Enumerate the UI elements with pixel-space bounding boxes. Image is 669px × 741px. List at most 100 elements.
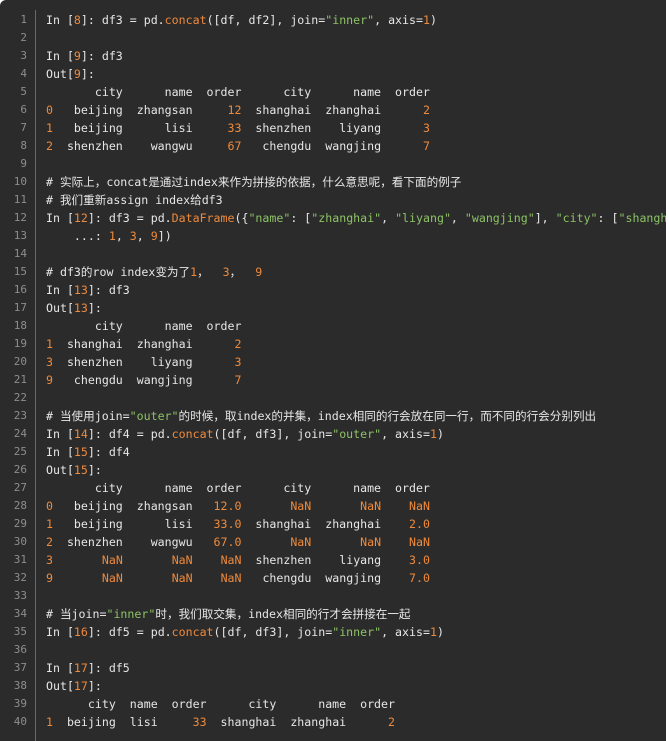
code-line: 36 <box>0 641 666 659</box>
line-number: 24 <box>13 427 27 440</box>
code-token: ([df, df3], join= <box>213 427 333 441</box>
line-number: 15 <box>13 265 27 278</box>
number-token: 1 <box>46 517 53 531</box>
code-line: 34 # 当join="inner"时，我们取交集，index相同的行才会拼接在一… <box>0 605 666 623</box>
line-number: 39 <box>13 697 27 710</box>
code-text: 1 beijing lisi 33 shanghai zhanghai 2 <box>46 713 395 731</box>
number-token: 3 <box>129 229 137 243</box>
number-token: 3 <box>422 121 430 135</box>
number-token: 33.0 <box>213 517 242 531</box>
line-number: 13 <box>13 229 27 242</box>
number-token: 12 <box>227 103 242 117</box>
number-token: NaN <box>409 535 430 549</box>
function-token: concat <box>171 427 214 441</box>
number-token: NaN <box>101 553 123 567</box>
number-token: 2 <box>46 139 53 153</box>
code-text: ...: 1, 3, 9]) <box>46 227 172 245</box>
number-token: 15 <box>73 445 88 459</box>
line-number: 31 <box>13 553 27 566</box>
line-number: 2 <box>20 31 27 44</box>
code-text: Out[15]: <box>46 461 102 479</box>
code-text: # 我们重新assign index给df3 <box>46 191 223 209</box>
comment-token: # 当使用join= <box>46 409 130 423</box>
code-line: 31 3 NaN NaN NaN shenzhen liyang 3.0 <box>0 551 666 569</box>
code-lines: 1 In [8]: df3 = pd.concat([df, df2], join… <box>0 11 666 731</box>
code-token: ]: df4 <box>87 445 130 459</box>
code-token: , axis= <box>374 13 423 27</box>
function-token: concat <box>171 625 214 639</box>
comment-token: # df3的row index变为了 <box>46 265 191 279</box>
code-line: 39 city name order city name order <box>0 695 666 713</box>
number-token: 3.0 <box>409 553 430 567</box>
code-line: 33 <box>0 587 666 605</box>
code-token: , axis= <box>381 427 430 441</box>
string-token: "name" <box>248 211 291 225</box>
code-text: city name order city name order <box>46 83 430 101</box>
code-token: ) <box>436 625 444 639</box>
code-token: In [ <box>46 427 74 441</box>
line-number: 33 <box>13 589 27 602</box>
number-token: 9 <box>73 49 81 63</box>
code-token: shanghai zhanghai <box>52 337 235 351</box>
comment-token: ， <box>197 265 223 279</box>
string-token: "zhanghai" <box>311 211 382 225</box>
number-token: 1 <box>429 427 437 441</box>
code-token: ]: <box>87 463 102 477</box>
code-text: 2 shenzhen wangwu 67 chengdu wangjing 7 <box>46 137 430 155</box>
code-token: , <box>450 211 465 225</box>
number-token: 2 <box>234 337 242 351</box>
number-token: 9 <box>255 265 263 279</box>
code-text: Out[9]: <box>46 65 95 83</box>
code-token: ({ <box>234 211 249 225</box>
line-number: 28 <box>13 499 27 512</box>
code-line: 40 1 beijing lisi 33 shanghai zhanghai 2 <box>0 713 666 731</box>
number-token: 16 <box>73 625 88 639</box>
code-text: # 当使用join="outer"的时候，取index的并集，index相同的行… <box>46 407 596 425</box>
number-token: 13 <box>73 283 88 297</box>
code-token: In [ <box>46 13 74 27</box>
code-line: 8 2 shenzhen wangwu 67 chengdu wangjing 7 <box>0 137 666 155</box>
code-token: ]: <box>87 679 102 693</box>
code-text: 2 shenzhen wangwu 67.0 NaN NaN NaN <box>46 533 430 551</box>
code-token: ]: df3 <box>87 283 130 297</box>
code-token: shanghai zhanghai <box>241 517 409 531</box>
code-line: 11 # 我们重新assign index给df3 <box>0 191 666 209</box>
code-line: 14 <box>0 245 666 263</box>
code-line: 4 Out[9]: <box>0 65 666 83</box>
function-token: DataFrame <box>171 211 235 225</box>
number-token: 14 <box>73 427 88 441</box>
code-text: In [17]: df5 <box>46 659 130 677</box>
code-line: 10 # 实际上，concat是通过index来作为拼接的依据，什么意思呢，看下面… <box>0 173 666 191</box>
line-number: 30 <box>13 535 27 548</box>
line-number: 11 <box>13 193 27 206</box>
number-token: 7 <box>234 373 242 387</box>
code-token: ) <box>436 427 444 441</box>
number-token: NaN <box>101 571 123 585</box>
code-line: 2 <box>0 29 666 47</box>
code-text: In [8]: df3 = pd.concat([df, df2], join=… <box>46 11 437 29</box>
code-token: ) <box>429 13 437 27</box>
number-token: 3 <box>222 265 230 279</box>
code-token: shenzhen wangwu <box>52 535 214 549</box>
code-text: 0 beijing zhangsan 12 shanghai zhanghai … <box>46 101 430 119</box>
string-token: "shanghai" <box>618 211 667 225</box>
line-number: 12 <box>13 211 27 224</box>
code-line: 20 3 shenzhen liyang 3 <box>0 353 666 371</box>
line-number: 40 <box>13 715 27 728</box>
number-token: NaN <box>220 571 242 585</box>
number-token: 0 <box>46 499 53 513</box>
code-token: ]: df3 <box>80 49 123 63</box>
code-token: ]: df5 <box>87 661 130 675</box>
code-text: In [15]: df4 <box>46 443 130 461</box>
code-token: In [ <box>46 49 74 63</box>
code-token: : [ <box>290 211 312 225</box>
line-number: 5 <box>20 85 27 98</box>
code-token: In [ <box>46 283 74 297</box>
string-token: "outer" <box>332 427 382 441</box>
code-token: ...: <box>46 229 109 243</box>
